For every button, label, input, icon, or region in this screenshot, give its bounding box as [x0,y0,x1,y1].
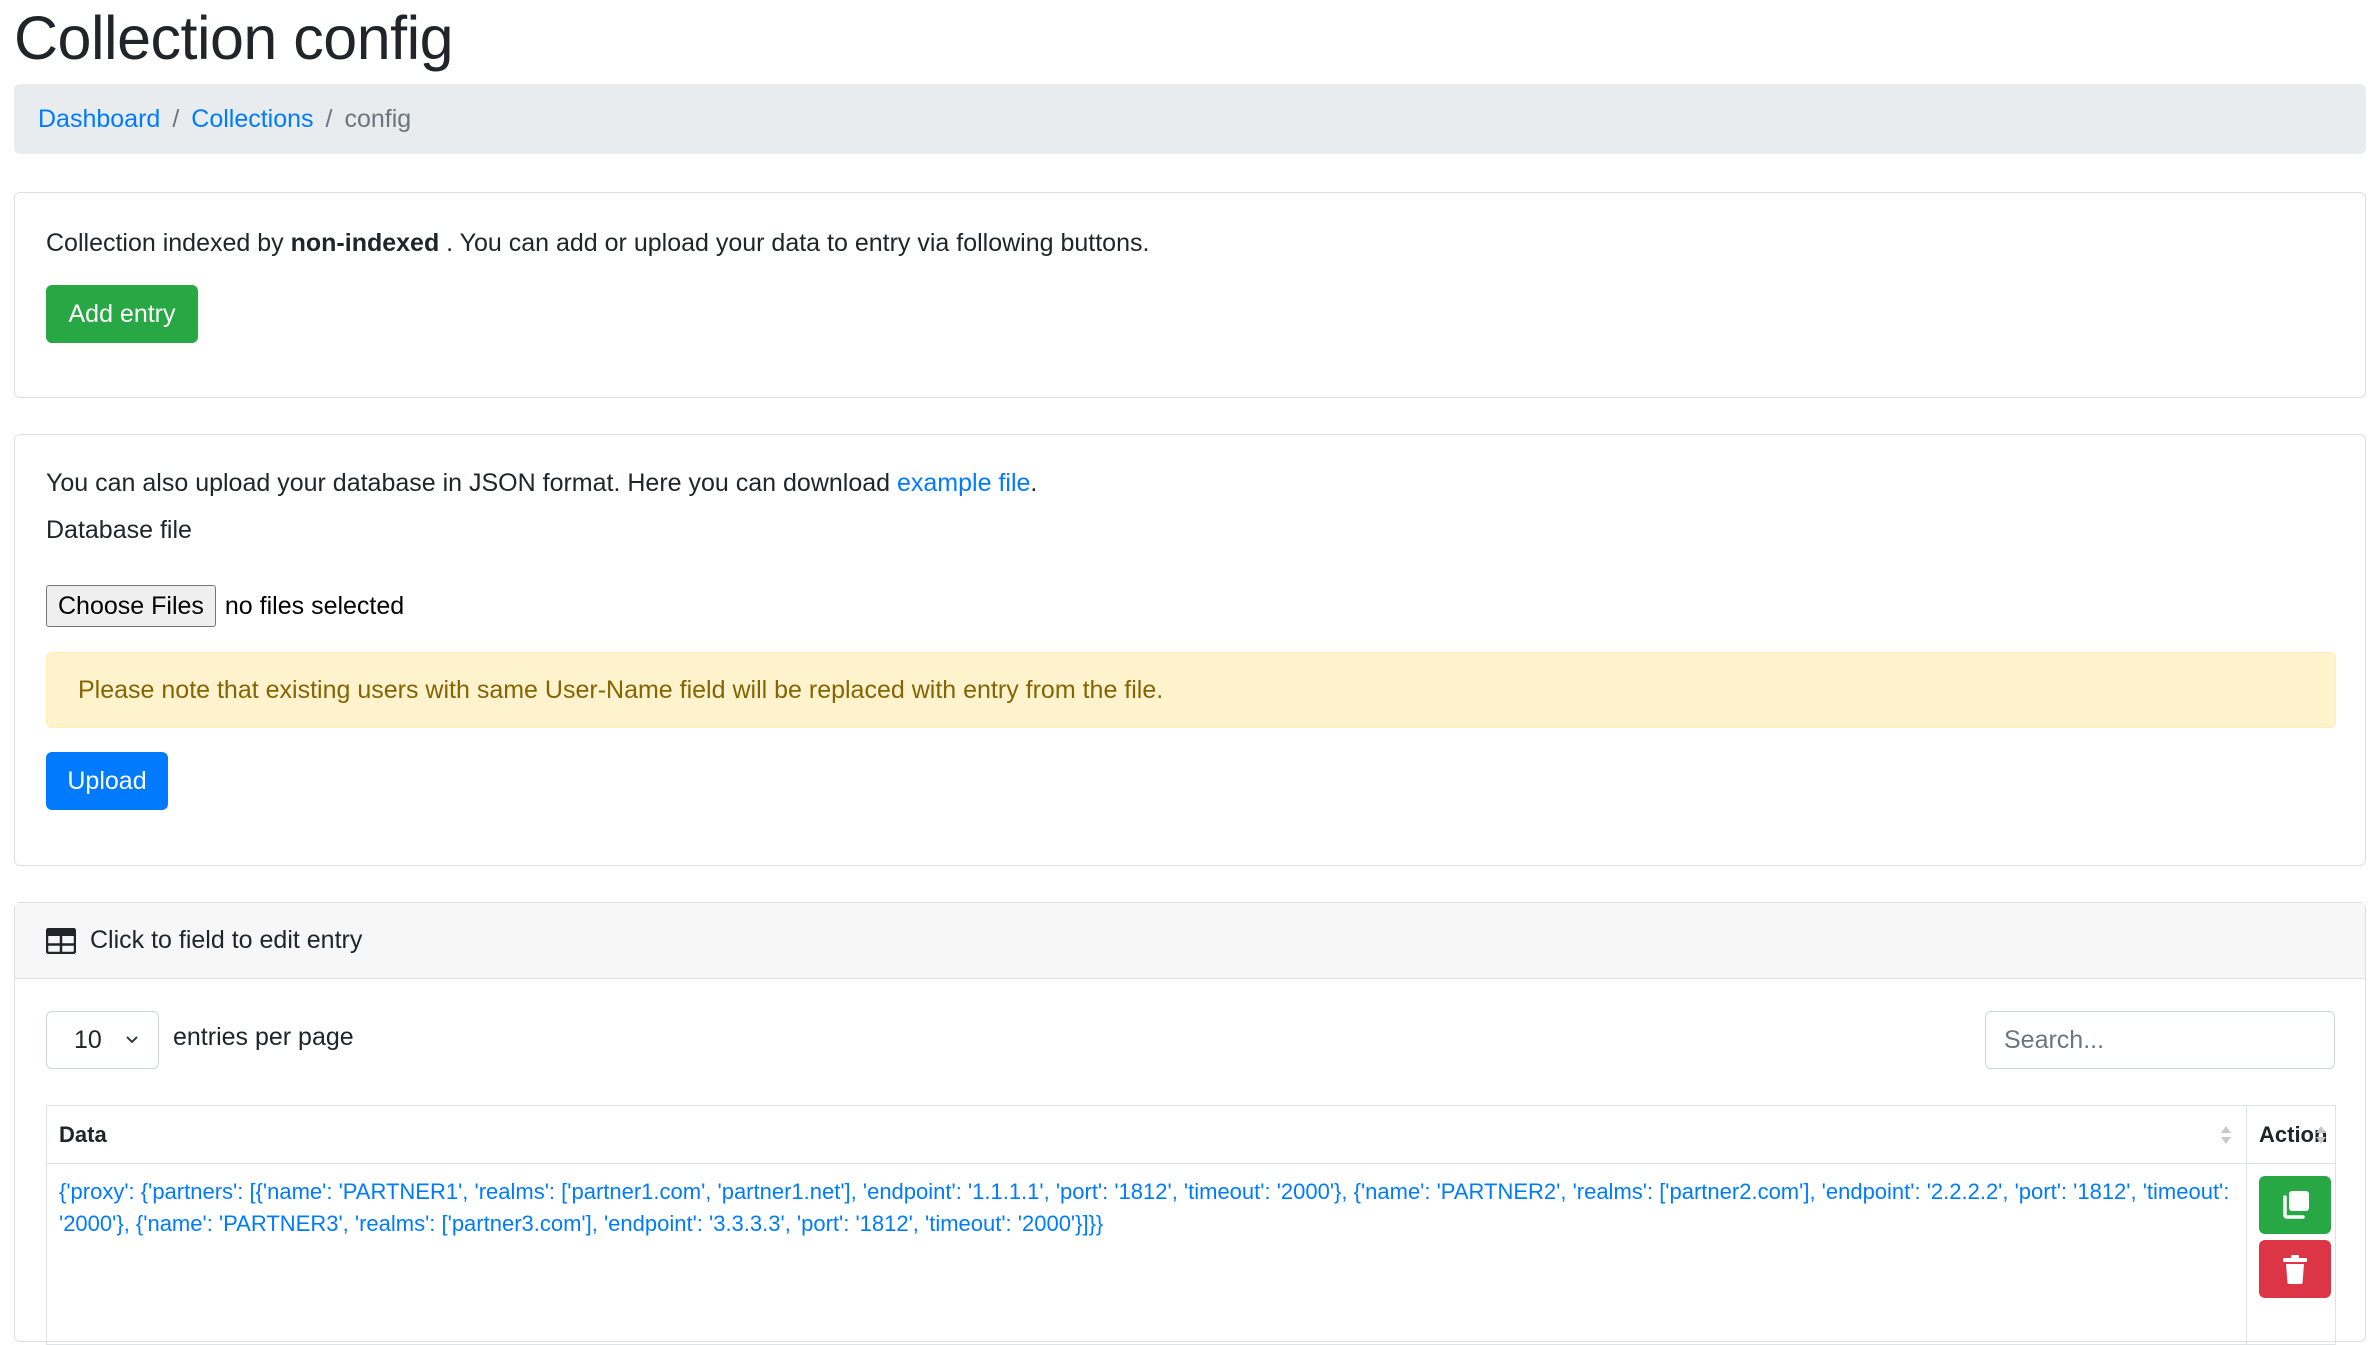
entries-card-header: Click to field to edit entry [15,903,2365,979]
choose-files-button[interactable]: Choose Files [46,585,216,627]
table-icon [45,927,77,954]
duplicate-entry-button[interactable] [2259,1176,2331,1234]
entries-table: Data Action {'proxy': {'partners': [{'na… [46,1105,2336,1345]
table-row-data-cell[interactable]: {'proxy': {'partners': [{'name': 'PARTNE… [47,1164,2247,1344]
trash-icon [2283,1255,2307,1284]
breadcrumb-separator: / [172,104,180,133]
column-header-action[interactable]: Action [2247,1106,2335,1164]
entries-card: Click to field to edit entry 10 entries … [14,902,2366,1345]
breadcrumb-collections[interactable]: Collections [191,105,313,134]
database-file-label: Database file [46,516,192,544]
index-description: Collection indexed by non-indexed . You … [46,227,1149,259]
chevron-down-icon [126,1036,138,1044]
upload-card: You can also upload your database in JSO… [14,434,2366,866]
search-input[interactable] [1985,1011,2335,1069]
upload-description: You can also upload your database in JSO… [46,467,1037,499]
file-status: no files selected [224,591,405,620]
entries-header-title: Click to field to edit entry [90,926,363,954]
table-row-action-cell [2247,1164,2335,1344]
warning-alert: Please note that existing users with sam… [46,652,2336,728]
column-header-data-label: Data [59,1121,107,1147]
file-input: Choose Files no files selected [46,585,404,627]
breadcrumb: Dashboard / Collections / config [14,84,2366,154]
index-card: Collection indexed by non-indexed . You … [14,192,2366,398]
breadcrumb-current: config [344,104,412,133]
index-name: non-indexed [290,229,440,257]
upload-button[interactable]: Upload [46,752,168,810]
breadcrumb-dashboard[interactable]: Dashboard [38,105,160,134]
column-header-data[interactable]: Data [47,1106,2247,1164]
upload-text-after: . [1030,469,1038,497]
index-text-after: . You can add or upload your data to ent… [446,229,1150,257]
example-file-link[interactable]: example file [897,469,1030,497]
upload-text-before: You can also upload your database in JSO… [46,469,891,497]
add-entry-button[interactable]: Add entry [46,285,198,343]
entries-per-page-select[interactable]: 10 [46,1011,159,1069]
sort-icon [2316,1126,2326,1144]
delete-entry-button[interactable] [2259,1240,2331,1298]
sort-icon [2221,1126,2231,1144]
index-text-before: Collection indexed by [46,229,284,257]
entries-per-page-value: 10 [74,1025,102,1054]
entries-per-page-label: entries per page [173,1023,354,1051]
page-title: Collection config [14,4,454,72]
copy-icon [2283,1191,2309,1219]
breadcrumb-separator: / [325,104,333,133]
